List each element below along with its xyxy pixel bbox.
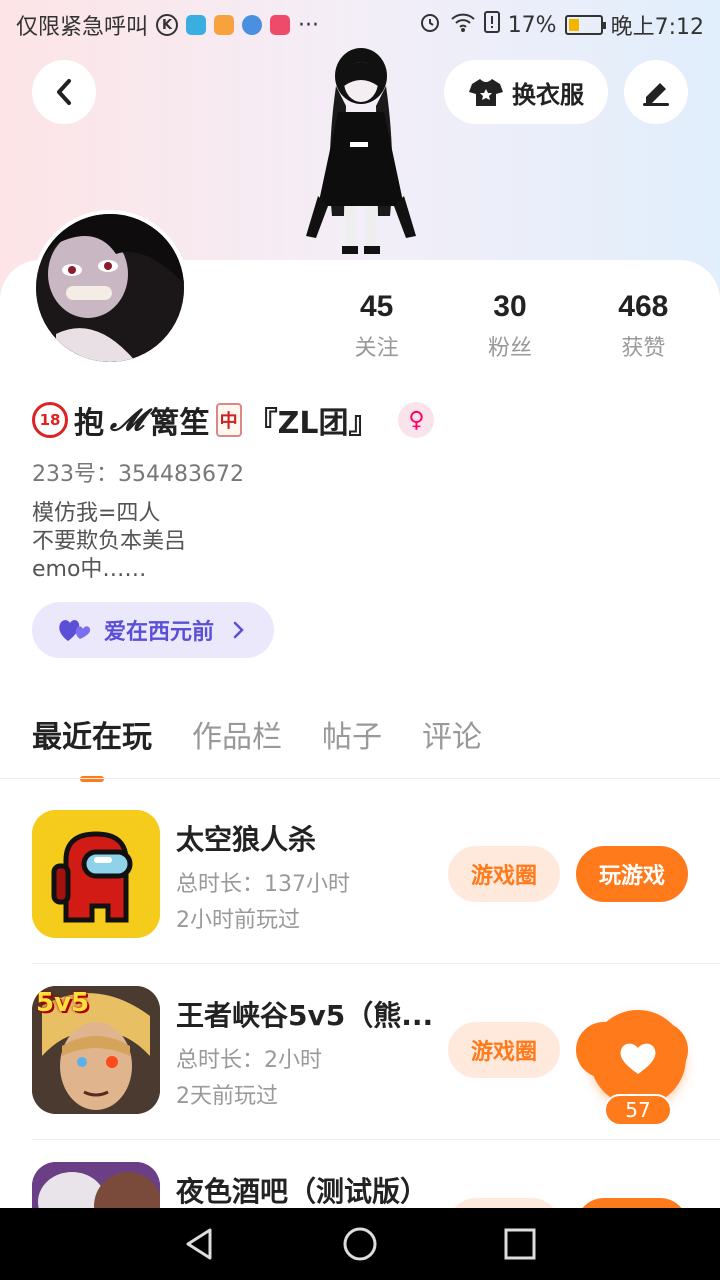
stat-following[interactable]: 45 关注 <box>310 290 443 362</box>
game-icon-label: 5v5 <box>36 988 90 1018</box>
female-gender-icon: ♀ <box>398 402 435 438</box>
game-duration: 总时长：2小时 <box>176 1048 322 1073</box>
globe-app-icon <box>242 15 263 35</box>
alarm-icon <box>418 10 442 40</box>
stat-number: 468 <box>618 290 669 323</box>
chevron-right-icon <box>233 621 244 639</box>
tab-comments[interactable]: 评论 <box>422 712 482 782</box>
battery-icon <box>564 15 606 35</box>
shield-app-icon <box>186 15 207 35</box>
game-name: 太空狼人杀 <box>176 823 317 856</box>
change-outfit-label: 换衣服 <box>512 80 584 109</box>
stat-label: 粉丝 <box>487 336 532 361</box>
bio-line: emo中…… <box>32 557 147 582</box>
nickname-part: 𝓜 <box>110 402 144 438</box>
nav-back-icon[interactable] <box>182 1226 218 1262</box>
game-icon-among-us <box>32 810 160 938</box>
play-game-button[interactable]: 玩游戏 <box>576 846 688 902</box>
love-tag-button[interactable]: 爱在西元前 <box>32 602 274 658</box>
bio-line: 不要欺负本美吕 <box>32 529 187 554</box>
sim-alert-icon <box>483 11 500 39</box>
avatar-character-figure <box>306 48 416 254</box>
profile-tabs: 最近在玩 作品栏 帖子 评论 <box>32 712 482 782</box>
edit-pen-icon <box>643 83 669 106</box>
system-nav-bar <box>0 1208 720 1280</box>
game-circle-button[interactable]: 游戏圈 <box>448 1022 560 1078</box>
chevron-left-icon <box>57 79 71 105</box>
carrier-text: 仅限紧急呼叫 <box>16 15 149 40</box>
game-last-played: 2天前玩过 <box>176 1084 278 1109</box>
tshirt-icon <box>469 79 503 106</box>
stat-label: 关注 <box>354 336 399 361</box>
nav-recents-icon[interactable] <box>502 1226 538 1262</box>
tab-works[interactable]: 作品栏 <box>192 712 282 782</box>
clock: 晚上7:12 <box>610 15 704 40</box>
bio-line: 模仿我=四人 <box>32 501 161 526</box>
avatar[interactable] <box>32 210 188 366</box>
list-item[interactable]: 太空狼人杀 总时长：137小时 2小时前玩过 游戏圈 玩游戏 <box>32 810 720 986</box>
stat-followers[interactable]: 30 粉丝 <box>443 290 576 362</box>
game-duration: 总时长：137小时 <box>176 872 350 897</box>
more-notifications-icon: ··· <box>298 12 319 38</box>
divider <box>0 778 720 779</box>
nickname-part: 篱笙 <box>149 406 210 441</box>
game-circle-button[interactable]: 游戏圈 <box>448 846 560 902</box>
bio: 模仿我=四人 不要欺负本美吕 emo中…… <box>32 500 186 584</box>
stat-number: 45 <box>359 290 394 323</box>
avatar-image <box>36 214 184 362</box>
stat-label: 获赞 <box>621 336 666 361</box>
heart-icon <box>620 1043 656 1074</box>
status-bar: 仅限紧急呼叫 K ··· 17% 晚上7:12 <box>0 0 720 50</box>
tab-recent-games[interactable]: 最近在玩 <box>32 712 152 782</box>
like-count-badge: 57 <box>604 1094 672 1126</box>
nickname-part: 『ZL团』 <box>247 406 379 441</box>
divider <box>32 963 720 964</box>
back-button[interactable] <box>32 60 96 124</box>
play-app-icon <box>214 15 235 35</box>
profile-stats: 45 关注 30 粉丝 468 获赞 <box>310 290 710 362</box>
battery-percent: 17% <box>507 12 557 38</box>
mahjong-tile-icon: 中 <box>215 403 242 437</box>
floating-like-button[interactable] <box>590 1010 686 1106</box>
nickname-part: 抱 <box>74 406 104 441</box>
tab-posts[interactable]: 帖子 <box>322 712 382 782</box>
double-heart-icon <box>59 620 91 641</box>
game-name: 王者峡谷5v5（熊... <box>176 999 434 1032</box>
camera-app-icon <box>270 15 291 35</box>
nav-home-icon[interactable] <box>342 1226 378 1262</box>
divider <box>32 1139 720 1140</box>
nickname: 18 抱 𝓜 篱笙 中 『ZL团』 ♀ <box>32 398 435 442</box>
change-outfit-button[interactable]: 换衣服 <box>444 60 608 124</box>
stat-number: 30 <box>493 290 527 323</box>
edit-profile-button[interactable] <box>624 60 688 124</box>
k-app-icon: K <box>156 14 179 36</box>
love-tag-label: 爱在西元前 <box>104 620 215 645</box>
game-last-played: 2小时前玩过 <box>176 908 300 933</box>
age-18-badge-icon: 18 <box>32 402 68 438</box>
stat-likes[interactable]: 468 获赞 <box>577 290 710 362</box>
user-id: 233号：354483672 <box>32 462 244 487</box>
game-name: 夜色酒吧（测试版） <box>176 1175 429 1208</box>
wifi-icon <box>450 11 476 39</box>
game-icon-honor-of-kings: 5v5 <box>32 986 160 1114</box>
